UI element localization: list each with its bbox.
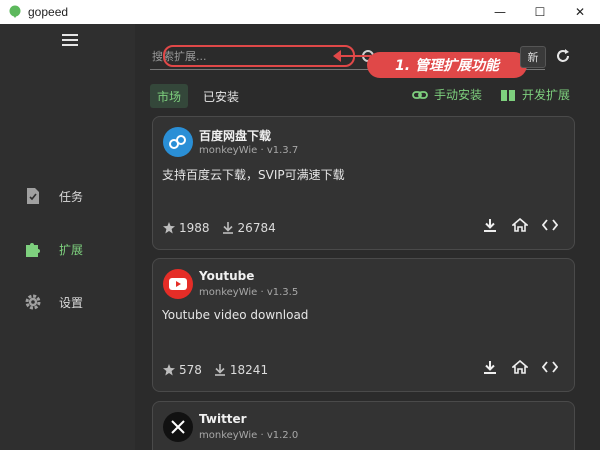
download-icon[interactable]: [480, 357, 500, 377]
sidebar-item-label: 设置: [59, 295, 84, 310]
sidebar-item-label: 任务: [59, 189, 84, 204]
link-icon: [412, 87, 428, 103]
extension-card[interactable]: Youtube monkeyWie · v1.3.5 Youtube video…: [152, 258, 575, 392]
download-count-icon: [222, 222, 234, 234]
extension-card-actions: [470, 215, 560, 235]
sidebar-item-label: 扩展: [59, 242, 84, 257]
stars-stat: 578: [163, 363, 202, 377]
star-icon: [163, 364, 175, 376]
stars-count: 1988: [179, 221, 210, 235]
code-icon[interactable]: [540, 215, 560, 235]
sidebar-item-settings[interactable]: 设置: [24, 290, 83, 314]
extension-stats: 578 18241: [163, 363, 280, 377]
tab-installed[interactable]: 已安装: [196, 84, 246, 108]
extension-stats: 1988 26784: [163, 221, 288, 235]
refresh-button[interactable]: 新: [520, 46, 546, 68]
extension-card-actions: [470, 357, 560, 377]
minimize-button[interactable]: —: [480, 0, 520, 24]
extension-card[interactable]: Twitter monkeyWie · v1.2.0: [152, 401, 575, 450]
downloads-count: 26784: [237, 221, 276, 235]
extension-card[interactable]: 百度网盘下载 monkeyWie · v1.3.7 支持百度云下载，SVIP可满…: [152, 116, 575, 250]
task-file-icon: [24, 187, 42, 205]
extension-name: 百度网盘下载: [199, 129, 272, 143]
tab-market[interactable]: 市场: [150, 84, 189, 108]
extension-author-version: monkeyWie · v1.3.7: [199, 145, 299, 156]
tab-bar: 市场 已安装: [150, 84, 254, 108]
downloads-count: 18241: [229, 363, 269, 377]
reload-icon[interactable]: [555, 48, 571, 64]
code-icon[interactable]: [540, 357, 560, 377]
manual-install-button[interactable]: 手动安装: [412, 86, 482, 103]
sidebar-item-tasks[interactable]: 任务: [24, 184, 83, 208]
extension-name: Youtube: [199, 269, 255, 283]
gopeed-logo-icon: [8, 5, 22, 19]
book-icon: [500, 87, 516, 103]
home-icon[interactable]: [510, 215, 530, 235]
sidebar: 任务 扩展 设置: [0, 24, 135, 450]
extension-name: Twitter: [199, 412, 247, 426]
stars-count: 578: [179, 363, 202, 377]
develop-extension-label: 开发扩展: [521, 88, 570, 102]
stars-stat: 1988: [163, 221, 210, 235]
star-icon: [163, 222, 175, 234]
extension-author-version: monkeyWie · v1.2.0: [199, 430, 299, 441]
annotation-label: 1. 管理扩展功能: [367, 52, 527, 78]
main-content: 1. 管理扩展功能 新 市场 已安装 手动安装 开发扩展 百度网盘下载 monk…: [135, 24, 600, 450]
home-icon[interactable]: [510, 357, 530, 377]
downloads-stat: 18241: [214, 363, 268, 377]
extension-actions: 手动安装 开发扩展: [394, 86, 570, 103]
manual-install-label: 手动安装: [433, 88, 482, 102]
hamburger-menu-icon[interactable]: [62, 34, 78, 46]
baidu-netdisk-logo-icon: [163, 127, 193, 157]
download-icon[interactable]: [480, 215, 500, 235]
puzzle-icon: [24, 240, 42, 258]
extension-author-version: monkeyWie · v1.3.5: [199, 287, 299, 298]
youtube-logo-icon: [163, 269, 193, 299]
maximize-button[interactable]: ☐: [520, 0, 560, 24]
sidebar-item-extensions[interactable]: 扩展: [24, 237, 83, 261]
extension-description: Youtube video download: [162, 308, 309, 322]
close-button[interactable]: ✕: [560, 0, 600, 24]
develop-extension-button[interactable]: 开发扩展: [500, 86, 570, 103]
annotation-highlight-box: [163, 45, 355, 67]
window-controls: — ☐ ✕: [480, 0, 600, 24]
title-bar: gopeed — ☐ ✕: [0, 0, 600, 24]
extension-description: 支持百度云下载，SVIP可满速下载: [162, 168, 345, 182]
x-twitter-logo-icon: [163, 412, 193, 442]
annotation-arrow-icon: [333, 50, 371, 62]
download-count-icon: [214, 364, 226, 376]
window-title: gopeed: [28, 5, 69, 19]
gear-icon: [24, 293, 42, 311]
downloads-stat: 26784: [222, 221, 276, 235]
